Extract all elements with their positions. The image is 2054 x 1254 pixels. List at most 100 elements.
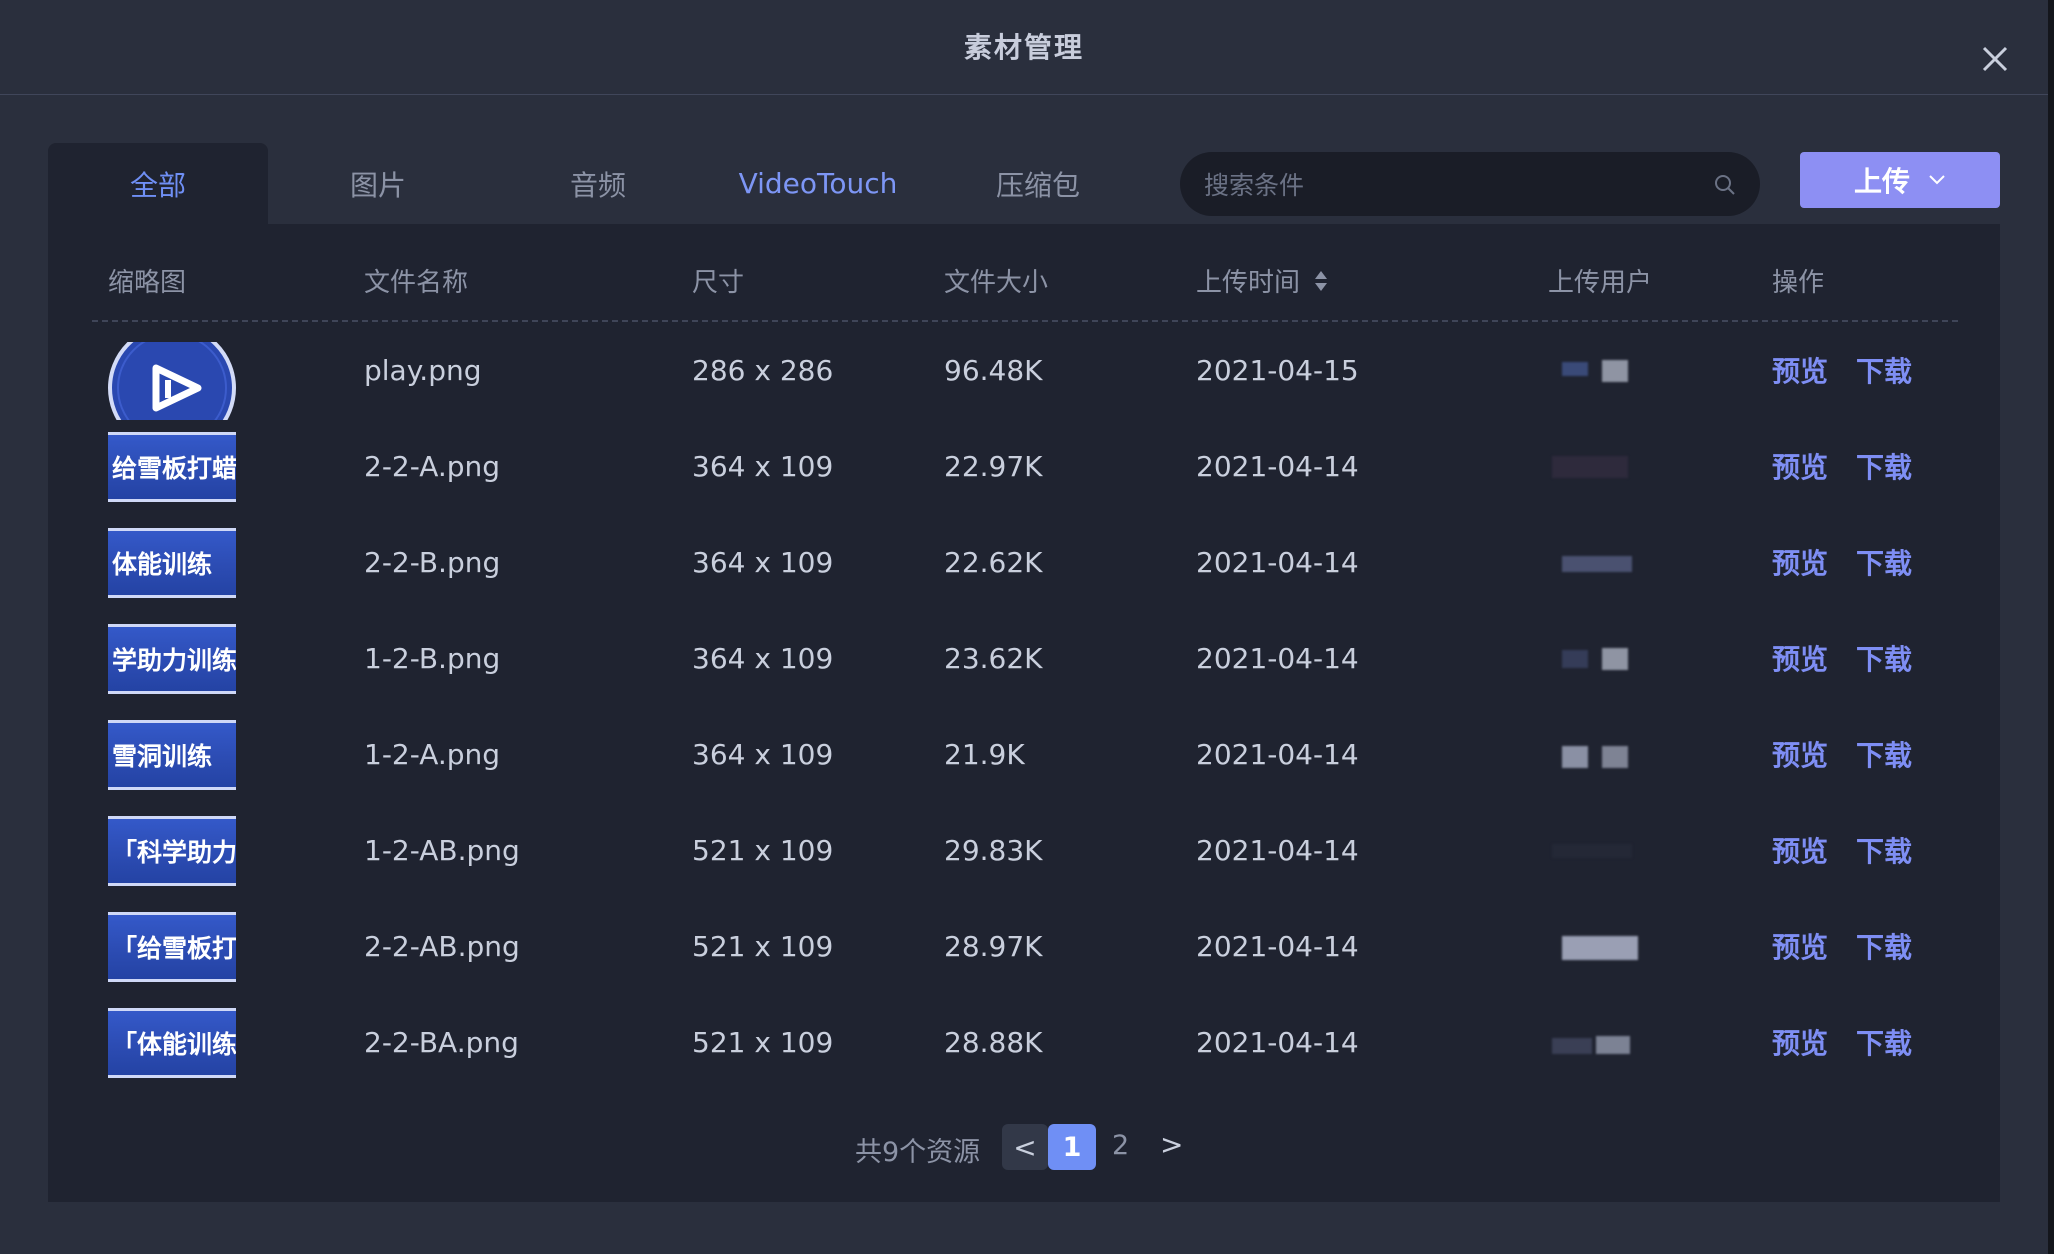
close-button[interactable]	[1970, 34, 2020, 84]
table-header: 缩略图 文件名称 尺寸 文件大小 上传时间 上传用户 操作	[92, 250, 1958, 322]
dimensions-cell: 364 x 109	[692, 737, 834, 771]
uploader-redacted	[1552, 742, 1642, 768]
uploader-redacted	[1552, 358, 1642, 384]
column-header-thumbnail: 缩略图	[108, 268, 187, 298]
thumbnail: 雪洞训练	[108, 720, 236, 790]
column-header-actions: 操作	[1772, 268, 1825, 298]
chevron-down-icon	[1929, 175, 1945, 185]
preview-button[interactable]: 预览	[1772, 1022, 1828, 1062]
search-icon[interactable]	[1712, 172, 1738, 198]
prev-page-button[interactable]: <	[1002, 1124, 1048, 1170]
upload-time-cell: 2021-04-14	[1196, 449, 1359, 483]
upload-time-cell: 2021-04-14	[1196, 545, 1359, 579]
download-button[interactable]: 下载	[1856, 830, 1912, 870]
download-button[interactable]: 下载	[1856, 542, 1912, 582]
download-button[interactable]: 下载	[1856, 638, 1912, 678]
download-button[interactable]: 下载	[1856, 734, 1912, 774]
filesize-cell: 22.62K	[944, 545, 1043, 579]
dimensions-cell: 521 x 109	[692, 833, 834, 867]
table-row: 「科学助力 1-2-AB.png 521 x 109 29.83K 2021-0…	[92, 802, 1958, 898]
upload-time-cell: 2021-04-15	[1196, 353, 1359, 387]
column-header-filesize: 文件大小	[944, 268, 1049, 298]
preview-button[interactable]: 预览	[1772, 734, 1828, 774]
sort-icon[interactable]	[1314, 268, 1328, 294]
dimensions-cell: 364 x 109	[692, 449, 834, 483]
filesize-cell: 28.97K	[944, 929, 1043, 963]
thumbnail-text: 学助力训练	[112, 646, 236, 675]
column-header-upload-time[interactable]: 上传时间	[1196, 262, 1328, 299]
close-icon	[1982, 46, 2008, 72]
dimensions-cell: 364 x 109	[692, 545, 834, 579]
uploader-redacted	[1552, 838, 1642, 864]
filename-cell: 1-2-AB.png	[364, 833, 520, 867]
filesize-cell: 22.97K	[944, 449, 1043, 483]
filesize-cell: 28.88K	[944, 1025, 1043, 1059]
search-input[interactable]	[1202, 152, 1686, 218]
thumbnail: 体能训练	[108, 528, 236, 598]
column-header-uploader: 上传用户	[1548, 268, 1653, 298]
uploader-redacted	[1552, 934, 1642, 960]
search-box	[1180, 152, 1760, 218]
filename-cell: 1-2-A.png	[364, 737, 501, 771]
upload-time-cell: 2021-04-14	[1196, 833, 1359, 867]
window-edge	[2048, 0, 2054, 1254]
thumbnail: 「给雪板打	[108, 912, 236, 982]
uploader-redacted	[1552, 1030, 1642, 1056]
pagination: 共9个资源 < 1 2 >	[0, 1122, 2048, 1174]
dialog-title: 素材管理	[963, 31, 1084, 64]
upload-time-cell: 2021-04-14	[1196, 929, 1359, 963]
tab-videotouch[interactable]: VideoTouch	[708, 143, 928, 224]
tab-audio[interactable]: 音频	[488, 143, 708, 224]
tab-images[interactable]: 图片	[268, 143, 488, 224]
dimensions-cell: 286 x 286	[692, 353, 834, 387]
dimensions-cell: 364 x 109	[692, 641, 834, 675]
download-button[interactable]: 下载	[1856, 1022, 1912, 1062]
total-count: 共9个资源	[855, 1137, 981, 1168]
thumbnail: 「体能训练	[108, 1008, 236, 1078]
page-1-button[interactable]: 1	[1048, 1124, 1096, 1170]
thumbnail-text: 雪洞训练	[112, 742, 213, 771]
filesize-cell: 21.9K	[944, 737, 1025, 771]
tab-archives[interactable]: 压缩包	[928, 143, 1148, 224]
preview-button[interactable]: 预览	[1772, 830, 1828, 870]
dimensions-cell: 521 x 109	[692, 1025, 834, 1059]
download-button[interactable]: 下载	[1856, 446, 1912, 486]
upload-button-label: 上传	[1853, 165, 1910, 198]
preview-button[interactable]: 预览	[1772, 926, 1828, 966]
download-button[interactable]: 下载	[1856, 926, 1912, 966]
filename-cell: 1-2-B.png	[364, 641, 501, 675]
page-2-button[interactable]: 2	[1112, 1130, 1129, 1161]
upload-time-cell: 2021-04-14	[1196, 641, 1359, 675]
table-row: 「给雪板打 2-2-AB.png 521 x 109 28.97K 2021-0…	[92, 898, 1958, 994]
tab-all[interactable]: 全部	[48, 143, 268, 224]
thumbnail-text: 「给雪板打	[112, 934, 236, 963]
next-page-button[interactable]: >	[1160, 1128, 1183, 1161]
upload-time-cell: 2021-04-14	[1196, 1025, 1359, 1059]
preview-button[interactable]: 预览	[1772, 542, 1828, 582]
table-row: 体能训练 2-2-B.png 364 x 109 22.62K 2021-04-…	[92, 514, 1958, 610]
preview-button[interactable]: 预览	[1772, 638, 1828, 678]
thumbnail: 「科学助力	[108, 816, 236, 886]
filename-cell: play.png	[364, 353, 482, 387]
thumbnail-text: 体能训练	[112, 550, 213, 579]
table-row: 给雪板打蜡 2-2-A.png 364 x 109 22.97K 2021-04…	[92, 418, 1958, 514]
thumbnail-text: 「体能训练	[112, 1030, 236, 1059]
filesize-cell: 23.62K	[944, 641, 1043, 675]
thumbnail: 给雪板打蜡	[108, 432, 236, 502]
column-header-dimensions: 尺寸	[692, 268, 745, 298]
upload-time-header-label: 上传时间	[1196, 268, 1301, 298]
filesize-cell: 96.48K	[944, 353, 1043, 387]
filesize-cell: 29.83K	[944, 833, 1043, 867]
dimensions-cell: 521 x 109	[692, 929, 834, 963]
uploader-redacted	[1552, 550, 1642, 576]
column-header-filename: 文件名称	[364, 268, 469, 298]
upload-button[interactable]: 上传	[1800, 152, 2000, 208]
download-button[interactable]: 下载	[1856, 350, 1912, 390]
preview-button[interactable]: 预览	[1772, 446, 1828, 486]
play-icon-thumbnail	[108, 342, 236, 420]
table-row: play.png 286 x 286 96.48K 2021-04-15 预览 …	[92, 322, 1958, 420]
filename-cell: 2-2-A.png	[364, 449, 501, 483]
preview-button[interactable]: 预览	[1772, 350, 1828, 390]
table-row: 学助力训练 1-2-B.png 364 x 109 23.62K 2021-04…	[92, 610, 1958, 706]
uploader-redacted	[1552, 646, 1642, 672]
